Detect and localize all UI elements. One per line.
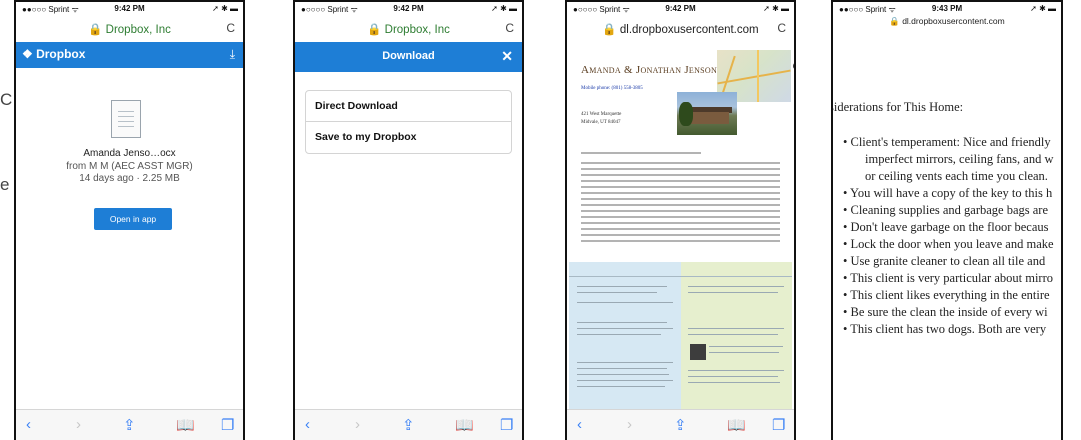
doc-line: • This client has two dogs. Both are ver… <box>843 322 1047 336</box>
status-time: 9:42 PM <box>665 4 696 13</box>
battery-icon: ➚ ✱ ▬ <box>491 4 517 13</box>
cropped-text-2: e <box>0 175 10 194</box>
download-header: Download ✕ <box>295 42 522 72</box>
browser-toolbar: ‹ › ⇪ 📖 ❐ <box>16 409 243 440</box>
back-icon[interactable]: ‹ <box>577 416 582 433</box>
dropbox-logo-icon: ❖ <box>22 47 37 61</box>
cropped-text-1: C <box>0 90 13 109</box>
status-bar: ●●○○○ Sprint ᯤ 9:43 PM ➚ ✱ ▬ <box>833 2 1061 16</box>
phone-screen-document-zoomed: ●●○○○ Sprint ᯤ 9:43 PM ➚ ✱ ▬ 🔒 dl.dropbo… <box>831 0 1063 440</box>
url-text[interactable]: 🔒 dl.dropboxusercontent.com <box>567 22 794 36</box>
doc-line: • Use granite cleaner to clean all tile … <box>843 254 1046 268</box>
text-line <box>581 186 780 188</box>
doc-line: • Cleaning supplies and garbage bags are <box>843 203 1049 217</box>
text-line <box>581 210 780 212</box>
address-bar[interactable]: 🔒 Dropbox, Inc C <box>16 16 243 42</box>
direct-download-button[interactable]: Direct Download <box>306 91 511 122</box>
download-title: Download <box>382 50 435 62</box>
file-meta: 14 days ago · 2.25 MB <box>79 173 180 184</box>
status-bar: ●○○○○ Sprint ᯤ 9:42 PM ➚ ✱ ▬ <box>295 2 522 16</box>
forward-icon[interactable]: › <box>76 416 81 433</box>
status-bar: ●●○○○ Sprint ᯤ 9:42 PM ➚ ✱ ▬ <box>16 2 243 16</box>
text-line <box>581 204 780 206</box>
bookmarks-icon[interactable]: 📖 <box>727 416 746 434</box>
file-owner: from M M (AEC ASST MGR) <box>66 161 193 172</box>
browser-toolbar: ‹ › ⇪ 📖 ❐ <box>295 409 522 440</box>
share-icon[interactable]: ⇪ <box>402 416 415 434</box>
text-line <box>581 198 780 200</box>
back-icon[interactable]: ‹ <box>26 416 31 433</box>
doc-line: or ceiling vents each time you clean. <box>865 169 1048 183</box>
open-in-app-button[interactable]: Open in app <box>94 208 172 230</box>
back-icon[interactable]: ‹ <box>305 416 310 433</box>
text-line <box>581 162 780 164</box>
download-options: Direct Download Save to my Dropbox <box>305 90 512 154</box>
doc-line: • Don't leave garbage on the floor becau… <box>843 220 1049 234</box>
dropbox-logo[interactable]: ❖ Dropbox <box>22 47 85 61</box>
text-line <box>581 222 780 224</box>
battery-icon: ➚ ✱ ▬ <box>212 4 238 13</box>
address-bar[interactable]: 🔒 Dropbox, Inc C <box>295 16 522 42</box>
address-bar[interactable]: 🔒 dl.dropboxusercontent.com C <box>567 16 794 42</box>
doc-line: imperfect mirrors, ceiling fans, and w <box>865 152 1054 166</box>
phone-screen-document-preview: ●○○○○ Sprint ᯤ 9:42 PM ➚ ✱ ▬ 🔒 dl.dropbo… <box>565 0 796 440</box>
document-address-2: Midvale, UT 84047 <box>581 120 621 125</box>
doc-line: • This client likes everything in the en… <box>843 288 1050 302</box>
status-time: 9:42 PM <box>114 4 145 13</box>
reload-icon[interactable]: C <box>226 21 235 35</box>
url-text[interactable]: 🔒 dl.dropboxusercontent.com <box>833 16 1061 27</box>
reload-icon[interactable]: C <box>777 21 786 35</box>
battery-icon: ➚ ✱ ▬ <box>1030 4 1056 13</box>
text-line <box>581 216 780 218</box>
doc-line: • This client is very particular about m… <box>843 271 1053 285</box>
browser-toolbar: ‹ › ⇪ 📖 ❐ <box>567 409 794 440</box>
bookmarks-icon[interactable]: 📖 <box>455 416 474 434</box>
doc-line: • Client's temperament: Nice and friendl… <box>843 135 1051 149</box>
status-time: 9:43 PM <box>931 4 963 13</box>
text-line <box>581 168 780 170</box>
doc-line: • Lock the door when you leave and make <box>843 237 1054 251</box>
doc-line: • Be sure the clean the inside of every … <box>843 305 1048 319</box>
dropbox-logo-label: Dropbox <box>36 47 86 61</box>
forward-icon[interactable]: › <box>355 416 360 433</box>
bookmarks-icon[interactable]: 📖 <box>176 416 195 434</box>
tabs-icon[interactable]: ❐ <box>772 416 785 434</box>
save-to-dropbox-button[interactable]: Save to my Dropbox <box>306 122 511 153</box>
download-icon[interactable]: ⤓ <box>230 47 235 62</box>
phone-screen-download-menu: ●○○○○ Sprint ᯤ 9:42 PM ➚ ✱ ▬ 🔒 Dropbox, … <box>293 0 524 440</box>
text-line <box>581 240 780 242</box>
reload-icon[interactable]: C <box>505 21 514 35</box>
map-marker-icon <box>793 62 794 70</box>
phone-screen-dropbox-file: ●●○○○ Sprint ᯤ 9:42 PM ➚ ✱ ▬ 🔒 Dropbox, … <box>14 0 245 440</box>
address-bar[interactable]: 🔒 dl.dropboxusercontent.com <box>833 16 1061 30</box>
document-table <box>569 262 792 410</box>
status-bar: ●○○○○ Sprint ᯤ 9:42 PM ➚ ✱ ▬ <box>567 2 794 16</box>
text-line <box>581 152 701 154</box>
share-icon[interactable]: ⇪ <box>674 416 687 434</box>
battery-icon: ➚ ✱ ▬ <box>763 4 789 13</box>
file-name: Amanda Jenso…ocx <box>83 148 176 159</box>
url-text[interactable]: 🔒 Dropbox, Inc <box>16 22 243 36</box>
document-title: Amanda & Jonathan Jenson <box>581 64 718 76</box>
document-address-1: 421 West Marquette <box>581 112 622 117</box>
doc-line: • You will have a copy of the key to thi… <box>843 186 1053 200</box>
text-line <box>581 174 780 176</box>
text-line <box>581 192 780 194</box>
doc-heading: siderations for This Home: <box>831 100 964 114</box>
tabs-icon[interactable]: ❐ <box>500 416 513 434</box>
document-phone: Mobile phone: (801) 558-3805 <box>581 86 643 91</box>
status-time: 9:42 PM <box>393 4 424 13</box>
dropbox-header: ❖ Dropbox ⤓ <box>16 42 243 68</box>
share-icon[interactable]: ⇪ <box>123 416 136 434</box>
text-line <box>581 228 780 230</box>
house-photo <box>677 92 737 135</box>
url-text[interactable]: 🔒 Dropbox, Inc <box>295 22 522 36</box>
document-file-icon <box>111 100 141 138</box>
forward-icon[interactable]: › <box>627 416 632 433</box>
text-line <box>581 180 780 182</box>
text-line <box>581 234 780 236</box>
close-icon[interactable]: ✕ <box>501 48 513 65</box>
tabs-icon[interactable]: ❐ <box>221 416 234 434</box>
